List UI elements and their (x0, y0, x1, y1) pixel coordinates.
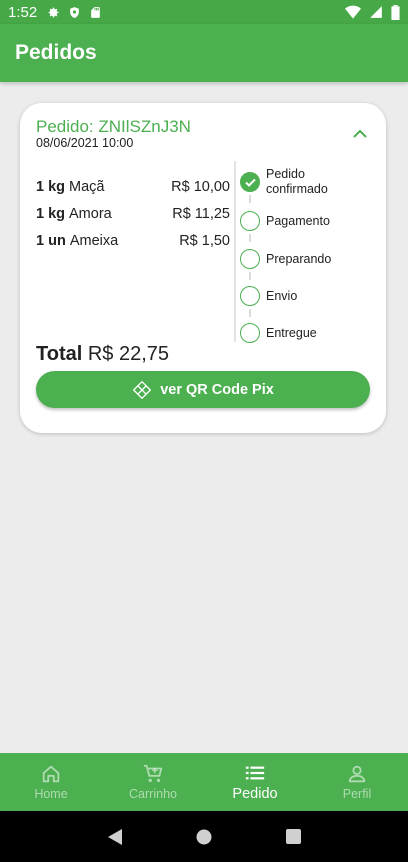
step-indicator (240, 211, 260, 231)
home-icon (42, 765, 60, 783)
nav-item-home[interactable]: Home (0, 753, 102, 811)
step-connector (249, 234, 251, 242)
item-price: R$ 10,00 (171, 178, 230, 195)
battery-icon (391, 4, 400, 20)
order-card: Pedido: ZNIlSZnJ3N 08/06/2021 10:00 1 kg… (20, 103, 386, 433)
settings-icon (48, 7, 59, 17)
wifi-icon (345, 5, 361, 19)
sd-card-icon (91, 6, 101, 18)
nav-item-carrinho[interactable]: Carrinho (102, 753, 204, 811)
list-icon (245, 766, 265, 780)
step-connector (249, 195, 251, 203)
back-icon[interactable] (107, 828, 123, 846)
person-icon (348, 765, 366, 783)
status-time: 1:52 (8, 3, 38, 21)
nav-label: Carrinho (129, 787, 177, 801)
step-envio: Envio (240, 286, 297, 306)
step-indicator (240, 323, 260, 343)
nav-label: Perfil (342, 787, 372, 801)
app-bar: Pedidos (0, 24, 408, 82)
order-total: Total R$ 22,75 (36, 343, 169, 366)
nav-item-perfil[interactable]: Perfil (306, 753, 408, 811)
total-label: Total (36, 343, 83, 365)
step-label: Pedido (266, 167, 305, 181)
order-date: 08/06/2021 10:00 (36, 136, 134, 150)
step-indicator (240, 286, 260, 306)
item-name: Maçã (69, 178, 105, 195)
step-connector (249, 309, 251, 317)
check-icon (244, 178, 256, 187)
cart-icon (143, 764, 163, 783)
pix-icon (133, 380, 152, 399)
item-qty: 1 kg (36, 205, 66, 222)
item-qty: 1 kg (36, 178, 66, 195)
nav-label: Pedido (232, 786, 278, 802)
step-label: confirmado (266, 182, 328, 196)
total-value: R$ 22,75 (87, 343, 170, 365)
home-circle-icon[interactable] (196, 829, 212, 845)
nav-item-pedido[interactable]: Pedido (204, 753, 306, 811)
item-price: R$ 11,25 (172, 205, 230, 222)
divider (234, 161, 236, 342)
page-title: Pedidos (15, 41, 97, 64)
item-name: Amora (69, 205, 112, 222)
step-pedido-confirmado: Pedido confirmado (240, 167, 328, 197)
signal-icon (370, 6, 382, 18)
step-label: Envio (266, 288, 298, 303)
item-name: Ameixa (69, 232, 119, 249)
item-price: R$ 1,50 (179, 232, 230, 249)
step-connector (249, 272, 251, 280)
list-item: 1 kg Amora R$ 11,25 (36, 200, 230, 227)
pix-qr-code-button[interactable]: ver QR Code Pix (36, 371, 370, 408)
step-label: Pagamento (266, 213, 330, 228)
nav-label: Home (34, 787, 68, 801)
step-entregue: Entregue (240, 323, 317, 343)
list-item: 1 un Ameixa R$ 1,50 (36, 227, 230, 254)
step-indicator (240, 172, 260, 192)
bottom-nav: Home Carrinho Pedido Perfil (0, 753, 408, 811)
recents-icon[interactable] (286, 829, 302, 844)
status-bar: 1:52 (0, 0, 408, 24)
step-label: Entregue (266, 325, 317, 340)
step-pagamento: Pagamento (240, 211, 330, 231)
order-items: 1 kg Maçã R$ 10,00 1 kg Amora R$ 11,25 1 u… (36, 173, 230, 254)
shield-icon (70, 6, 80, 18)
step-preparando: Preparando (240, 249, 331, 269)
item-qty: 1 un (36, 232, 66, 249)
chevron-up-icon (353, 129, 367, 138)
step-label: Preparando (266, 251, 332, 266)
step-indicator (240, 249, 260, 269)
system-nav-bar (0, 811, 408, 862)
pix-button-label: ver QR Code Pix (160, 381, 274, 398)
order-id: Pedido: ZNIlSZnJ3N (36, 117, 191, 136)
collapse-button[interactable] (350, 123, 370, 143)
list-item: 1 kg Maçã R$ 10,00 (36, 173, 230, 200)
